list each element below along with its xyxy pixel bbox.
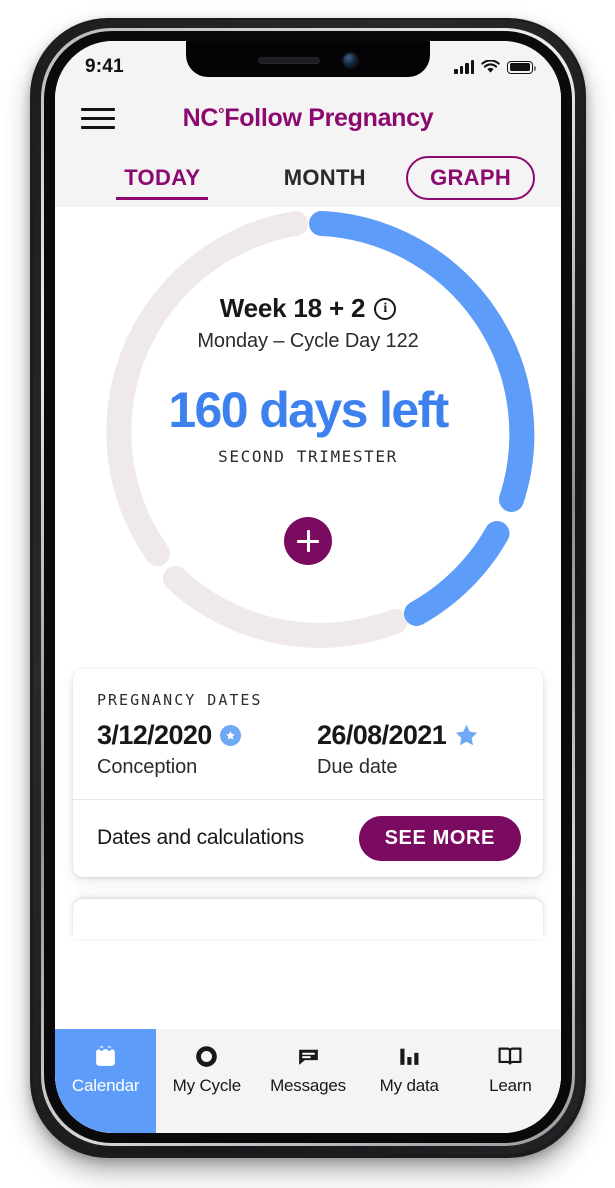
bottom-navigation-bar: Calendar My Cycle Messages My data Learn: [55, 1029, 561, 1133]
nav-item-my-cycle[interactable]: My Cycle: [156, 1029, 257, 1133]
app-brand-title: NC°Follow Pregnancy: [55, 104, 561, 133]
tab-month[interactable]: MONTH: [244, 165, 407, 191]
ring-track-upper: [106, 211, 308, 566]
screenshot-stage: 9:41 NC°Follow Pregnancy TODAY MONTH GRA…: [0, 0, 615, 1188]
bar-chart-icon: [397, 1043, 422, 1069]
status-indicators: [454, 60, 536, 74]
cards-area: PREGNANCY DATES 3/12/2020 Conception 26/…: [55, 669, 561, 939]
info-circle-icon[interactable]: i: [374, 297, 397, 320]
conception-date-value-row: 3/12/2020: [97, 720, 299, 751]
pregnancy-dates-row: 3/12/2020 Conception 26/08/2021 Due date: [97, 720, 519, 779]
pregnancy-progress-ring: Week 18 + 2 i Monday – Cycle Day 122 160…: [55, 207, 561, 669]
nav-label-messages: Messages: [270, 1076, 346, 1095]
nav-item-my-data[interactable]: My data: [359, 1029, 460, 1133]
nav-label-calendar: Calendar: [71, 1076, 140, 1095]
ring-track-lower: [163, 566, 408, 648]
calendar-icon: [93, 1043, 118, 1069]
cellular-signal-icon: [454, 60, 474, 74]
due-date-label: Due date: [317, 755, 398, 778]
nav-label-my-cycle: My Cycle: [172, 1076, 241, 1095]
phone-screen: 9:41 NC°Follow Pregnancy TODAY MONTH GRA…: [55, 41, 561, 1133]
view-tabs: TODAY MONTH GRAPH: [55, 149, 561, 207]
pregnancy-dates-card-footer: Dates and calculations SEE MORE: [73, 800, 543, 877]
message-bubble-icon: [296, 1043, 321, 1069]
hamburger-menu-icon[interactable]: [81, 107, 115, 129]
status-time: 9:41: [85, 56, 124, 77]
star-icon: [456, 725, 478, 746]
ring-progress-tail: [404, 521, 510, 626]
tab-today[interactable]: TODAY: [81, 165, 244, 191]
conception-date-label: Conception: [97, 755, 198, 778]
tab-graph[interactable]: GRAPH: [406, 156, 536, 200]
conception-date-value: 3/12/2020: [97, 720, 212, 750]
main-content: Week 18 + 2 i Monday – Cycle Day 122 160…: [55, 207, 561, 1133]
app-header: NC°Follow Pregnancy: [55, 87, 561, 149]
circle-ring-icon: [194, 1043, 219, 1069]
due-date-value: 26/08/2021: [317, 720, 447, 750]
conception-date-block: 3/12/2020 Conception: [97, 720, 299, 779]
front-camera-icon: [341, 52, 359, 69]
brand-mark: NC: [182, 103, 219, 132]
nav-item-calendar[interactable]: Calendar: [55, 1029, 157, 1133]
see-more-button[interactable]: SEE MORE: [358, 815, 521, 861]
pregnancy-dates-card: PREGNANCY DATES 3/12/2020 Conception 26/…: [73, 669, 543, 877]
brand-name: Follow Pregnancy: [224, 103, 434, 132]
nav-label-learn: Learn: [489, 1076, 532, 1095]
brand-degree-icon: °: [218, 105, 225, 123]
add-entry-button[interactable]: [284, 517, 332, 565]
next-card-peek[interactable]: [73, 898, 543, 939]
filled-star-badge-icon: [219, 725, 241, 747]
ring-progress-main: [309, 211, 535, 512]
dates-calculations-label: Dates and calculations: [97, 826, 304, 850]
progress-ring-svg: [106, 211, 535, 648]
due-date-block: 26/08/2021 Due date: [299, 720, 519, 779]
battery-full-icon: [507, 60, 536, 74]
phone-notch: [186, 41, 430, 77]
nav-label-my-data: My data: [379, 1076, 439, 1095]
earpiece-speaker-icon: [257, 57, 320, 64]
open-book-icon: [497, 1043, 523, 1069]
wifi-icon: [481, 60, 500, 73]
due-date-value-row: 26/08/2021: [317, 720, 519, 751]
pregnancy-dates-kicker: PREGNANCY DATES: [97, 691, 263, 709]
nav-item-messages[interactable]: Messages: [257, 1029, 358, 1133]
nav-item-learn[interactable]: Learn: [460, 1029, 561, 1133]
pregnancy-dates-card-body: PREGNANCY DATES 3/12/2020 Conception 26/…: [73, 669, 543, 799]
